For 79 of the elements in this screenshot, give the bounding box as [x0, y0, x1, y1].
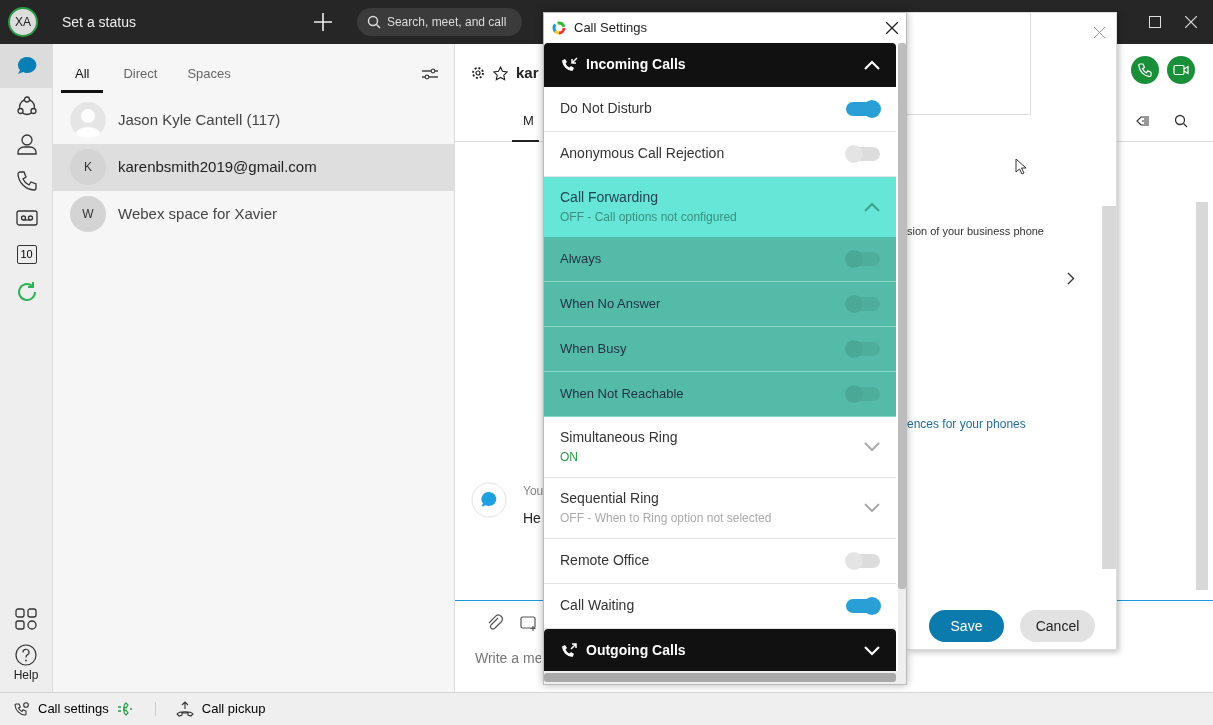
section-header[interactable]: Outgoing Calls: [544, 628, 896, 671]
status-bar-button[interactable]: Call pickup: [161, 699, 266, 719]
preferences-link[interactable]: ences for your phones: [907, 415, 1026, 433]
scrollbar[interactable]: [544, 671, 906, 684]
chat-icon: [15, 55, 38, 77]
refresh-icon: [15, 280, 38, 303]
tab[interactable]: M: [512, 110, 539, 142]
setting-status: OFF - Call options not configured: [560, 209, 738, 227]
description-text: sion of your business phone: [907, 224, 1044, 239]
status-bar-button[interactable]: Call settings: [0, 699, 109, 719]
call-button[interactable]: [1131, 56, 1159, 84]
chat-icon: [471, 482, 507, 518]
settings-icon[interactable]: [471, 66, 485, 81]
phone-settings-icon: [14, 701, 30, 717]
incoming-call-icon: [560, 56, 578, 73]
chevron-up-icon: [864, 59, 880, 70]
setting-status: OFF - When to Ring option not selected: [560, 510, 773, 528]
scrollbar[interactable]: [898, 42, 906, 671]
chevron-right-icon[interactable]: [1067, 272, 1075, 285]
setting-label: Call Forwarding: [560, 188, 660, 208]
chevron-down-icon: [864, 645, 880, 656]
avatar[interactable]: XA: [8, 7, 38, 37]
filter-tab[interactable]: Direct: [123, 56, 158, 93]
avatar: W: [70, 196, 106, 232]
setting-status: ON: [560, 449, 579, 467]
maximize-icon[interactable]: [1149, 16, 1161, 28]
add-icon[interactable]: [312, 12, 333, 32]
toggle-switch[interactable]: [846, 598, 880, 613]
team-icon: [15, 95, 38, 118]
setting-label: Sequential Ring: [560, 489, 660, 509]
save-button[interactable]: Save: [929, 610, 1004, 642]
filter-tab[interactable]: All: [61, 56, 104, 93]
attachment-icon[interactable]: [486, 614, 504, 632]
whiteboard-icon[interactable]: [520, 614, 538, 632]
setting-label: Do Not Disturb: [560, 99, 653, 119]
setting-label: Simultaneous Ring: [560, 428, 679, 448]
cancel-button[interactable]: Cancel: [1020, 610, 1095, 642]
video-call-button[interactable]: [1167, 56, 1195, 84]
avatar: K: [70, 149, 106, 185]
cursor-icon: [1015, 158, 1027, 175]
phone-icon: [15, 169, 38, 192]
help-label[interactable]: Help: [13, 666, 39, 684]
setting-label: When Not Reachable: [560, 385, 685, 404]
sender-name: You: [523, 483, 544, 500]
setting-label: Remote Office: [560, 551, 651, 571]
star-icon[interactable]: [493, 65, 508, 81]
setting-label: Anonymous Call Rejection: [560, 144, 726, 164]
setting-label: Always: [560, 250, 603, 269]
setting-label: When No Answer: [560, 295, 662, 314]
section-header[interactable]: Incoming Calls: [544, 42, 896, 87]
search-icon[interactable]: [1174, 114, 1188, 128]
space-title: kar: [516, 63, 539, 83]
filter-tab[interactable]: Spaces: [187, 56, 231, 93]
setting-label: When Busy: [560, 340, 628, 359]
conversation-item[interactable]: W Webex space for Xavier: [53, 190, 454, 238]
phone-pickup-icon: [175, 701, 194, 717]
app-logo-icon: [552, 20, 566, 35]
threads-icon[interactable]: [1136, 114, 1150, 128]
setting-label: Call Waiting: [560, 596, 636, 616]
toggle-switch[interactable]: [846, 101, 880, 116]
status-text[interactable]: Set a status: [62, 11, 136, 33]
message-text: He: [523, 509, 542, 528]
phone-icon: [1138, 63, 1152, 77]
scrollbar[interactable]: [1102, 206, 1116, 569]
toggle-switch[interactable]: [846, 146, 880, 161]
close-icon[interactable]: [886, 21, 898, 34]
person-icon: [15, 132, 38, 155]
video-icon: [1173, 64, 1189, 76]
toggle-switch[interactable]: [846, 553, 880, 568]
call-forward-icon[interactable]: [116, 701, 133, 717]
search-field[interactable]: Search, meet, and call: [356, 8, 522, 36]
apps-icon[interactable]: [15, 608, 37, 630]
calendar-button[interactable]: 10: [0, 236, 53, 273]
conversation-item[interactable]: K karenbsmith2019@gmail.com: [53, 143, 454, 191]
scrollbar[interactable]: [1196, 202, 1208, 590]
outgoing-call-icon: [560, 642, 578, 659]
filter-icon[interactable]: [422, 68, 438, 81]
help-icon[interactable]: [15, 644, 37, 666]
window-title: Call Settings: [574, 19, 647, 38]
